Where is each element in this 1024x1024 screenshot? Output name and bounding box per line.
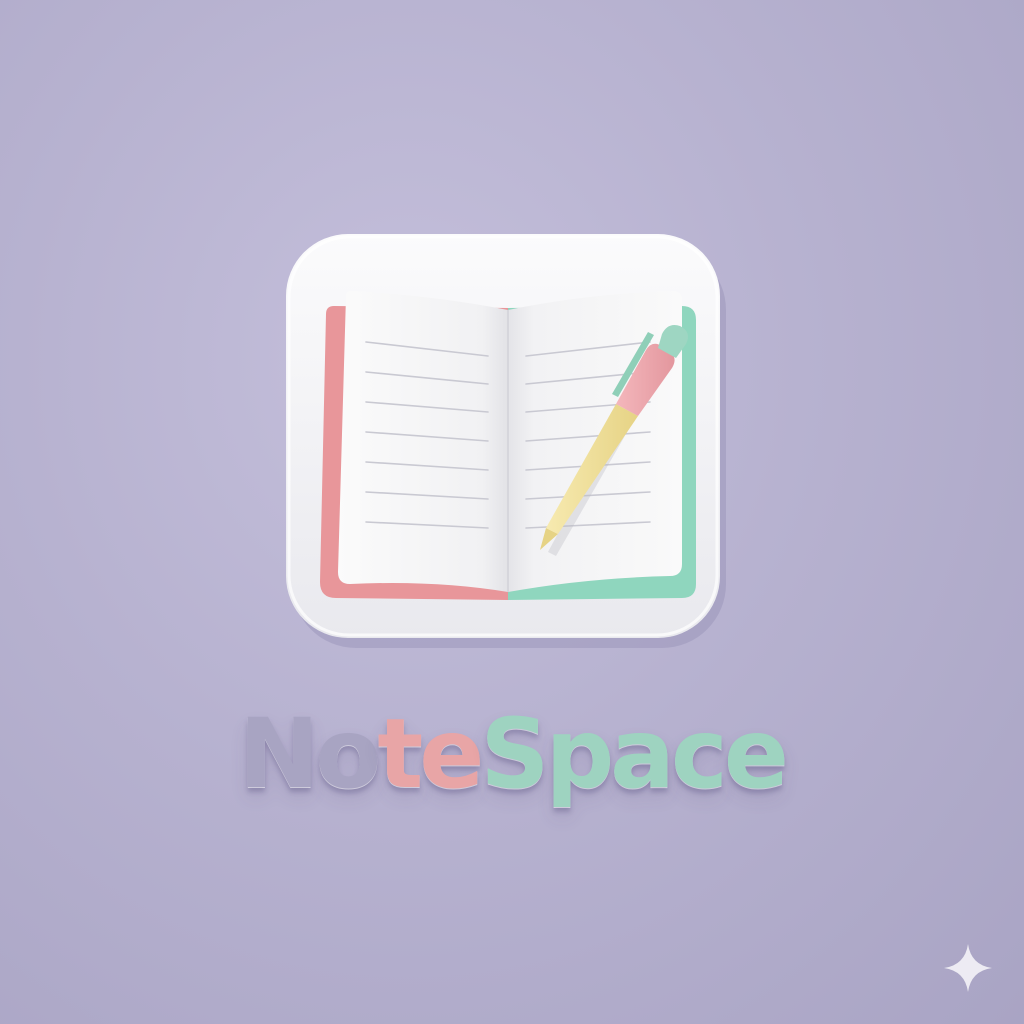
wordmark-segment-3: Space <box>480 698 789 810</box>
wordmark-segment-2: te <box>377 698 484 810</box>
notebook-icon <box>320 290 696 600</box>
app-icon <box>286 234 726 648</box>
left-page <box>338 290 508 592</box>
sparkle-icon <box>944 944 992 992</box>
brand-wordmark: NoteSpace <box>0 694 1024 814</box>
logo-scene: NoteSpace <box>0 0 1024 1024</box>
wordmark-segment-1: No <box>239 698 381 810</box>
